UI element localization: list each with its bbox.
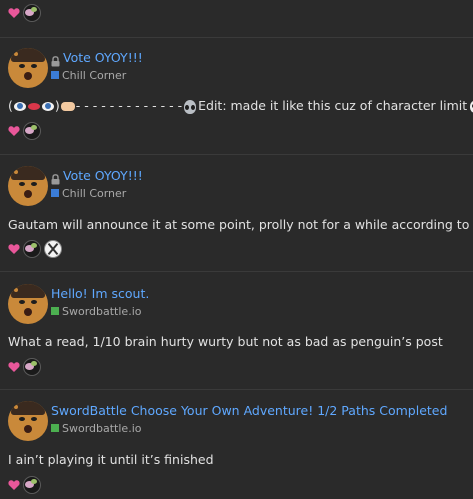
divider [0, 271, 473, 272]
topic-line: Vote OYOY!!! [51, 48, 143, 66]
category-badge[interactable]: Chill Corner [51, 185, 126, 201]
heart-icon[interactable] [8, 243, 20, 255]
avatar[interactable] [8, 48, 48, 88]
alien-emoji-icon [184, 99, 197, 114]
category-square-icon [51, 424, 59, 432]
category-square-icon [51, 307, 59, 315]
avatar[interactable] [8, 401, 48, 441]
topic-line: Hello! Im scout. [51, 284, 149, 302]
heart-icon[interactable] [8, 125, 20, 137]
crossed-swords-reactor-avatar[interactable] [44, 240, 62, 258]
avatar[interactable] [8, 284, 48, 324]
category-square-icon [51, 189, 59, 197]
reaction-row [8, 475, 41, 495]
category-badge[interactable]: Swordbattle.io [51, 303, 141, 319]
topic-link[interactable]: SwordBattle Choose Your Own Adventure! 1… [51, 403, 447, 418]
category-name: Swordbattle.io [62, 421, 142, 435]
reaction-row [8, 357, 41, 377]
lock-icon [51, 170, 60, 184]
post-excerpt: I ain’t playing it until it’s finished [8, 452, 214, 467]
pointing-hand-emoji-icon [60, 102, 75, 111]
post-excerpt: () - - - - - - - - - - - - - Edit: made it… [8, 97, 473, 115]
topic-link[interactable]: Vote OYOY!!! [63, 168, 143, 183]
avatar[interactable] [8, 166, 48, 206]
eye-emoji-icon [41, 102, 54, 111]
category-name: Chill Corner [62, 68, 127, 82]
heart-icon[interactable] [8, 361, 20, 373]
divider [0, 389, 473, 390]
category-badge[interactable]: Chill Corner [51, 67, 126, 83]
body-suffix: ) [54, 98, 60, 113]
body-dashes: - - - - - - - - - - - - - [75, 98, 183, 113]
topic-line: SwordBattle Choose Your Own Adventure! 1… [51, 401, 447, 419]
category-badge[interactable]: Swordbattle.io [51, 420, 141, 436]
reactor-avatar[interactable] [23, 358, 41, 376]
heart-icon[interactable] [8, 7, 20, 19]
eye-emoji-icon [13, 102, 26, 111]
reactor-avatar[interactable] [23, 4, 41, 22]
body-text: Edit: made it like this cuz of character… [198, 98, 468, 113]
category-name: Chill Corner [62, 186, 127, 200]
topic-link[interactable]: Vote OYOY!!! [63, 50, 143, 65]
category-square-icon [51, 71, 59, 79]
post-excerpt: Gautam will announce it at some point, p… [8, 217, 473, 232]
topic-line: Vote OYOY!!! [51, 166, 143, 184]
divider [0, 37, 473, 38]
lips-emoji-icon [27, 103, 40, 110]
divider [0, 154, 473, 155]
reaction-row [8, 3, 41, 23]
category-name: Swordbattle.io [62, 304, 142, 318]
post-excerpt: What a read, 1/10 brain hurty wurty but … [8, 334, 443, 349]
body-prefix: ( [8, 98, 13, 113]
reaction-row [8, 239, 62, 259]
activity-feed: Vote OYOY!!! Chill Corner () - - - - - - … [0, 0, 473, 499]
heart-icon[interactable] [8, 479, 20, 491]
reaction-row [8, 121, 41, 141]
reactor-avatar[interactable] [23, 240, 41, 258]
topic-link[interactable]: Hello! Im scout. [51, 286, 149, 301]
reactor-avatar[interactable] [23, 122, 41, 140]
reactor-avatar[interactable] [23, 476, 41, 494]
lock-icon [51, 52, 60, 66]
